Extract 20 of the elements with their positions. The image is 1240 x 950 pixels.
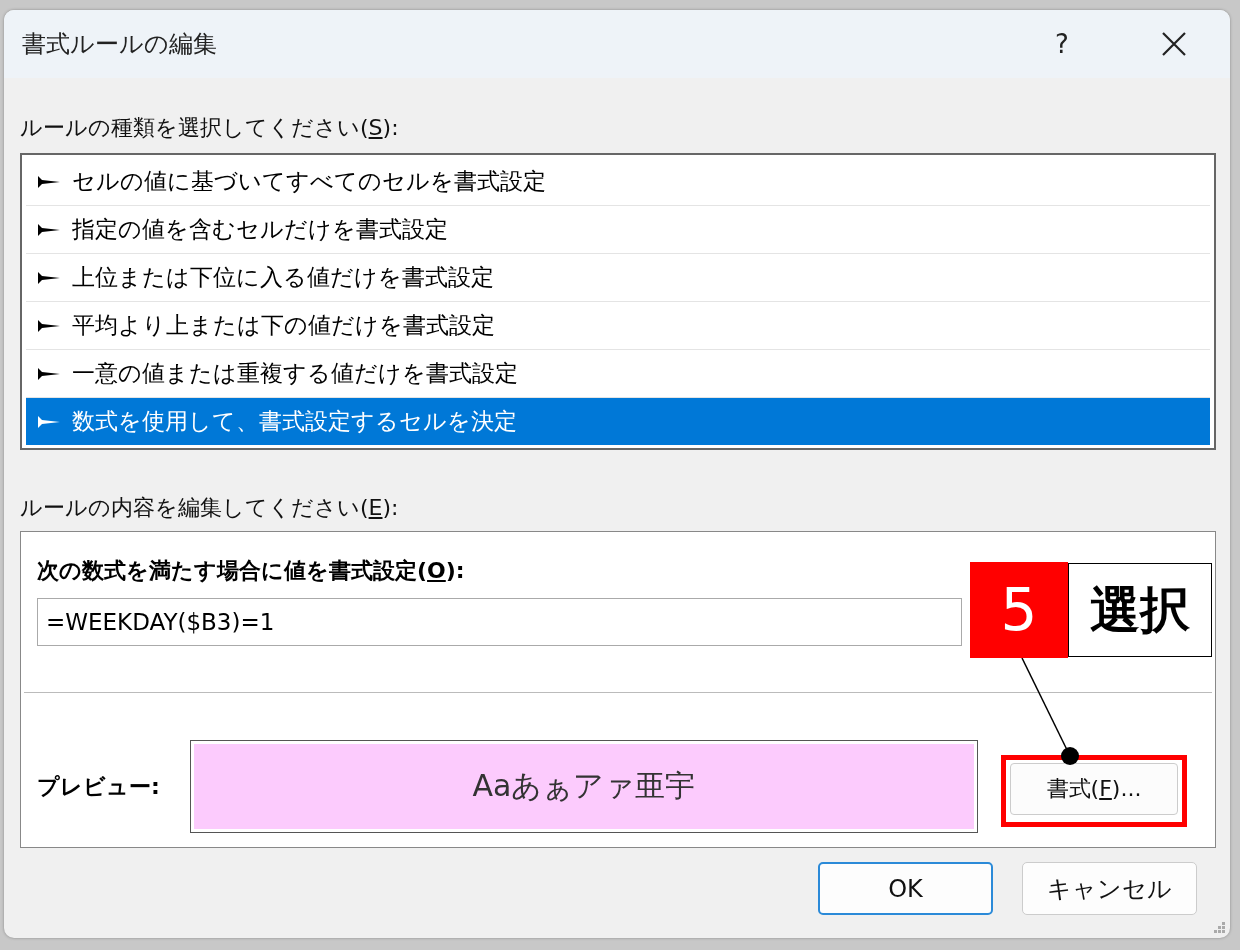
callout-label: 選択 — [1068, 563, 1212, 657]
section-label: ルールの内容を編集してください(E): — [20, 495, 400, 521]
preview-label: プレビュー: — [37, 772, 161, 801]
help-button[interactable]: ? — [1006, 10, 1118, 78]
formula-field[interactable]: =WEEKDAY($B3)=1 — [37, 598, 962, 646]
dialog-button[interactable]: キャンセル — [1022, 862, 1197, 915]
step-number: 5 — [970, 562, 1068, 658]
rule-type-item[interactable]: セルの値に基づいてすべてのセルを書式設定 — [26, 158, 1210, 206]
resize-grip-icon[interactable] — [1214, 922, 1226, 934]
rule-type-item[interactable]: 上位または下位に入る値だけを書式設定 — [26, 254, 1210, 302]
preview-sample: Aaあぁアァ亜宇 — [194, 744, 974, 829]
format-button[interactable]: 書式(F)... — [1010, 763, 1178, 815]
rule-type-item[interactable]: 指定の値を含むセルだけを書式設定 — [26, 206, 1210, 254]
dialog-button[interactable]: OK — [818, 862, 993, 915]
rule-type-item[interactable]: 平均より上または下の値だけを書式設定 — [26, 302, 1210, 350]
window-title: 書式ルールの編集 — [22, 29, 217, 60]
close-icon — [1161, 31, 1187, 57]
section-label: ルールの種類を選択してください(S): — [20, 115, 400, 141]
formula-label: 次の数式を満たす場合に値を書式設定(O): — [37, 558, 466, 584]
rule-type-item[interactable]: 数式を使用して、書式設定するセルを決定 — [26, 398, 1210, 445]
